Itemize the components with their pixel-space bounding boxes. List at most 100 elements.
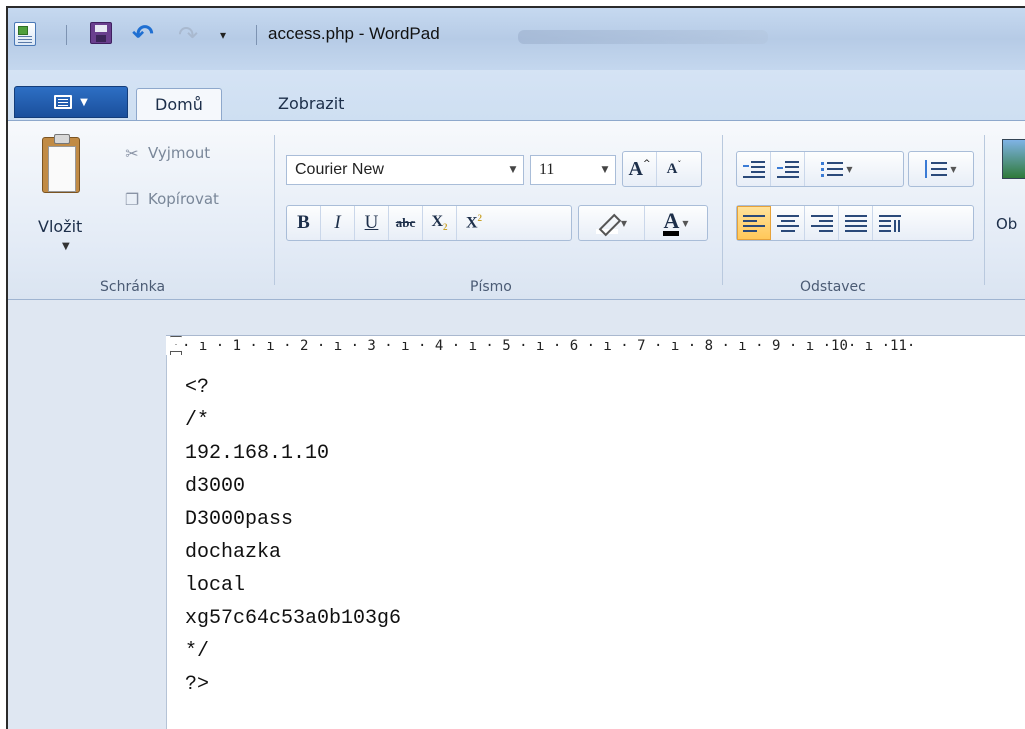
highlight-color-button[interactable]: ▼ [579,206,645,240]
picture-icon[interactable] [1002,139,1025,179]
underline-button[interactable]: U [355,206,389,240]
align-right-icon [810,214,833,232]
bold-button[interactable]: B [287,206,321,240]
paste-button[interactable]: Vložit ▼ [32,133,88,263]
group-separator [722,135,723,285]
ruler-area: · ı · 1 · ı · 2 · ı · 3 · ı · 4 · ı · 5 … [8,301,1025,358]
tab-home[interactable]: Domů [136,88,222,120]
grow-font-button[interactable]: A ^ [623,152,657,186]
group-separator [274,135,275,285]
blurred-title-area [518,30,768,44]
separator [256,25,257,45]
line-spacing-button[interactable]: ▼ [908,151,974,187]
document-line: */ [185,640,210,663]
group-label-font: Písmo [470,279,512,295]
paste-label: Vložit [38,217,83,236]
insert-object-label[interactable]: Ob [996,215,1017,233]
font-size-value: 11 [539,161,555,178]
italic-button[interactable]: I [321,206,355,240]
align-center-button[interactable] [771,206,805,240]
ruler-scale: · ı · 1 · ı · 2 · ı · 3 · ı · 4 · ı · 5 … [182,338,916,354]
cut-label: Vyjmout [148,144,211,162]
document-line: D3000pass [185,508,294,531]
document-line: /* [185,409,210,432]
align-center-icon [776,214,799,232]
chevron-down-icon: ▼ [846,164,853,174]
document-page[interactable]: <? /* 192.168.1.10 d3000 D3000pass docha… [166,355,1025,729]
superscript-icon: X2 [465,213,483,232]
highlighter-icon [595,212,618,234]
document-line: ?> [185,673,210,696]
chevron-down-icon: ▼ [950,164,957,174]
redo-icon[interactable]: ↷ [178,22,200,48]
align-right-button[interactable] [805,206,839,240]
document-area: <? /* 192.168.1.10 d3000 D3000pass docha… [8,355,1025,729]
chevron-down-icon: ▼ [509,165,517,175]
grow-font-icon: A [628,157,643,180]
line-spacing-icon [925,160,948,178]
tab-view[interactable]: Zobrazit [260,88,362,120]
chevron-down-icon: ▼ [62,241,70,252]
title-bar: ↶ ↷ ▾ access.php - WordPad [8,8,1025,70]
scissors-icon: ✂ [125,143,139,163]
chevron-down-icon: ▼ [682,218,689,228]
justify-button[interactable] [839,206,873,240]
font-size-buttons: A ^ Aˇ [622,151,702,187]
document-line: <? [185,376,210,399]
increase-indent-button[interactable] [771,152,805,186]
application-menu-button[interactable]: ▼ [14,86,128,118]
clipboard-icon [42,134,80,193]
color-buttons: ▼ A ▼ [578,205,708,241]
window-title: access.php - WordPad [268,24,440,43]
strikethrough-icon: abc [395,215,416,230]
copy-label: Kopírovat [148,190,219,208]
align-left-icon [743,214,765,232]
ruler[interactable]: · ı · 1 · ı · 2 · ı · 3 · ı · 4 · ı · 5 … [166,335,1025,358]
strikethrough-button[interactable]: abc [389,206,423,240]
paragraph-icon [879,214,901,232]
undo-icon[interactable]: ↶ [132,22,160,48]
justify-icon [844,214,867,232]
alignment-buttons [736,205,974,241]
wordpad-window: ↶ ↷ ▾ access.php - WordPad ▼ Domů Zobraz… [6,6,1025,729]
customize-quick-access-icon[interactable]: ▾ [220,22,234,48]
group-label-clipboard: Schránka [100,279,166,295]
bullet-list-icon [821,160,844,178]
bullets-button[interactable]: ▼ [805,152,869,186]
italic-icon: I [334,212,341,233]
decrease-indent-button[interactable] [737,152,771,186]
ribbon: Vložit ▼ ✂ Vyjmout ❐ Kopírovat Schránka … [8,120,1025,300]
save-icon[interactable] [90,22,112,44]
separator [66,25,67,45]
font-color-button[interactable]: A ▼ [645,206,707,240]
chevron-down-icon: ▼ [80,96,88,108]
document-line: dochazka [185,541,282,564]
bold-icon: B [297,212,310,233]
subscript-button[interactable]: X2 [423,206,457,240]
copy-icon: ❐ [124,189,140,209]
menu-icon [54,95,73,109]
font-color-icon: A [663,209,680,236]
document-text[interactable]: <? /* 192.168.1.10 d3000 D3000pass docha… [185,371,401,701]
paragraph-button[interactable] [873,206,907,240]
increase-indent-icon [776,160,799,178]
font-size-select[interactable]: 11 ▼ [530,155,616,185]
document-line: local [185,574,246,597]
font-family-select[interactable]: Courier New ▼ [286,155,524,185]
document-line: xg57c64c53a0b103g6 [185,607,402,630]
shrink-font-button[interactable]: Aˇ [657,152,691,186]
chevron-down-icon: ▼ [620,218,628,228]
subscript-icon: X2 [431,213,448,233]
ribbon-tabs: ▼ Domů Zobrazit [8,70,1025,120]
superscript-button[interactable]: X2 [457,206,491,240]
align-left-button[interactable] [737,206,771,240]
group-separator [984,135,985,285]
document-line: 192.168.1.10 [185,442,330,465]
wordpad-app-icon[interactable] [14,22,36,46]
cut-button[interactable]: ✂ Vyjmout [122,141,210,165]
line-spacing-inner: ▼ [909,152,973,186]
font-family-value: Courier New [295,161,384,178]
chevron-down-icon: ▼ [601,165,609,175]
copy-button[interactable]: ❐ Kopírovat [122,187,219,211]
underline-icon: U [364,212,379,233]
